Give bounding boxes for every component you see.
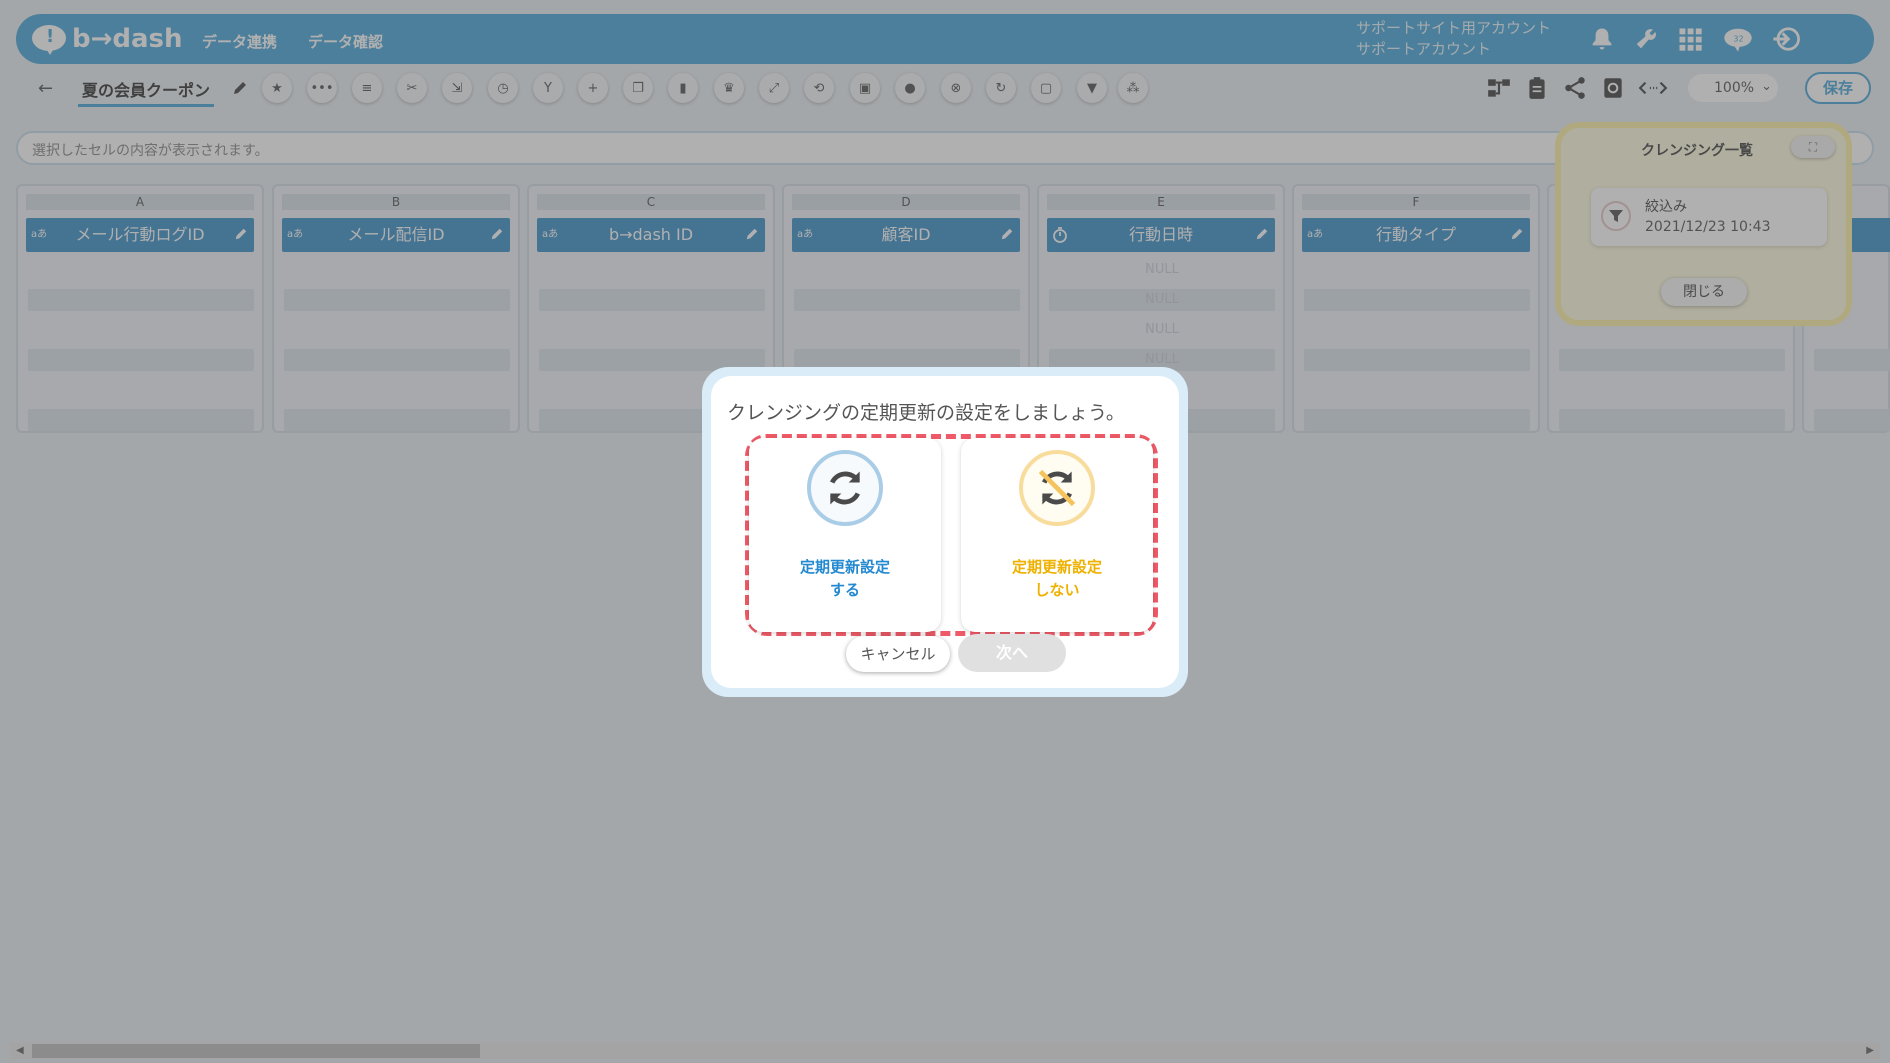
option-label-line: しない [1034,581,1080,599]
cancel-button[interactable]: キャンセル [846,636,950,672]
sync-icon [807,450,883,526]
option-label-line: 定期更新設定 [799,558,890,576]
option-periodic-update-off[interactable]: 定期更新設定 しない [961,438,1153,632]
option-label-line: 定期更新設定 [1011,558,1102,576]
dialog-title: クレンジングの定期更新の設定をしましょう。 [727,402,1125,424]
option-periodic-update-on[interactable]: 定期更新設定 する [749,438,941,632]
periodic-update-dialog: クレンジングの定期更新の設定をしましょう。 定期更新設定 する 定期更新設定 し… [702,367,1188,697]
next-button[interactable]: 次へ [958,634,1066,672]
option-label-line: する [829,581,860,599]
option-label: 定期更新設定 しない [961,556,1153,602]
sync-off-icon [1019,450,1095,526]
option-label: 定期更新設定 する [749,556,941,602]
dialog-body: クレンジングの定期更新の設定をしましょう。 定期更新設定 する 定期更新設定 し… [711,376,1179,688]
